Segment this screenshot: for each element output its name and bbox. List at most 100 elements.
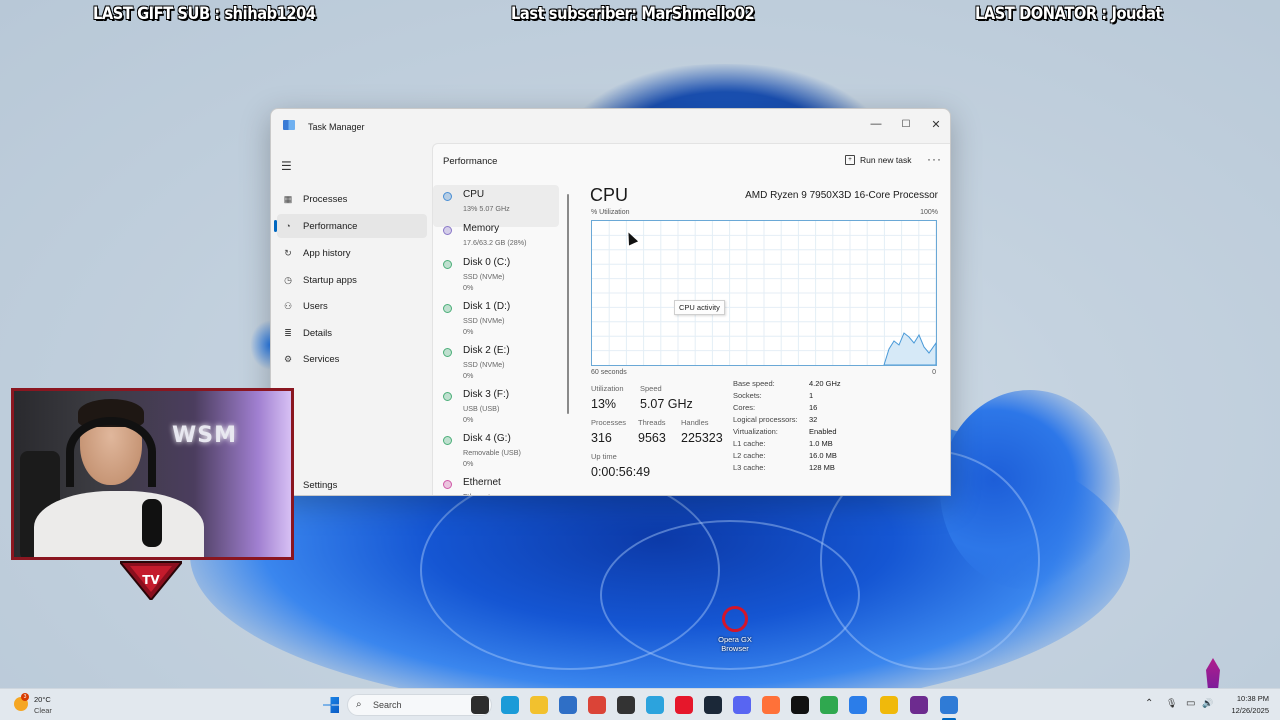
utilization-label: Utilization bbox=[591, 384, 624, 393]
streamer-logo-text: TV bbox=[142, 573, 160, 587]
store-icon[interactable] bbox=[559, 696, 577, 714]
app-icon[interactable] bbox=[617, 696, 635, 714]
sidebar-item-label: App history bbox=[303, 247, 351, 259]
spec-label: Base speed: bbox=[733, 379, 775, 388]
weather-badge: 3 bbox=[21, 693, 29, 701]
desktop-icon-label: Opera GX bbox=[718, 635, 752, 644]
device-usage: 0% bbox=[463, 415, 474, 424]
opera-icon[interactable] bbox=[675, 696, 693, 714]
chrome-icon[interactable] bbox=[588, 696, 606, 714]
speed-label: Speed bbox=[640, 384, 662, 393]
opera-gx-icon bbox=[722, 606, 748, 632]
sidebar-item-performance[interactable]: ◔ Performance bbox=[274, 214, 427, 238]
device-item-ethernet[interactable]: Ethernet Ethernet bbox=[433, 473, 559, 495]
run-new-task-label: Run new task bbox=[860, 155, 912, 165]
file-explorer-icon[interactable] bbox=[530, 696, 548, 714]
desktop-icon-label: Browser bbox=[721, 644, 749, 653]
tray-chevron-icon[interactable]: ⌃ bbox=[1145, 698, 1153, 709]
device-item-disk-0-c[interactable]: Disk 0 (C:) SSD (NVMe) 0% bbox=[433, 253, 559, 295]
device-name: Disk 4 (G:) bbox=[463, 433, 511, 444]
device-item-disk-1-d[interactable]: Disk 1 (D:) SSD (NVMe) 0% bbox=[433, 297, 559, 339]
device-detail: SSD (NVMe) bbox=[463, 316, 505, 325]
device-detail: Ethernet bbox=[463, 491, 490, 495]
device-item-disk-4-g[interactable]: Disk 4 (G:) Removable (USB) 0% bbox=[433, 429, 559, 471]
cpu-title: CPU bbox=[590, 185, 629, 205]
minimize-button[interactable]: — bbox=[861, 113, 891, 135]
tray-mic-icon[interactable]: 🎙 bbox=[1166, 698, 1177, 709]
spec-value: 128 MB bbox=[809, 463, 835, 472]
maximize-button[interactable]: ☐ bbox=[891, 113, 921, 135]
device-status-dot-icon bbox=[443, 226, 452, 235]
netflix-icon[interactable] bbox=[791, 696, 809, 714]
sidebar-item-processes[interactable]: ▦ Processes bbox=[277, 187, 427, 211]
device-detail: SSD (NVMe) bbox=[463, 360, 505, 369]
hamburger-menu-icon[interactable]: ☰ bbox=[281, 159, 292, 173]
device-name: Disk 0 (C:) bbox=[463, 257, 511, 268]
weather-description: Clear bbox=[34, 706, 52, 715]
title-bar[interactable]: Task Manager — ☐ ✕ bbox=[271, 109, 950, 143]
history-icon: ↻ bbox=[284, 247, 292, 258]
desktop-icon-opera-gx[interactable]: Opera GX Browser bbox=[713, 606, 757, 653]
nzxt-icon[interactable] bbox=[910, 696, 928, 714]
sidebar-item-users[interactable]: ⚇ Users bbox=[277, 294, 427, 318]
sidebar-item-details[interactable]: ≣ Details bbox=[277, 321, 427, 345]
clock-date[interactable]: 12/26/2025 bbox=[1225, 706, 1269, 715]
tray-volume-icon[interactable]: 🔊 bbox=[1202, 698, 1213, 709]
binance-icon[interactable] bbox=[880, 696, 898, 714]
sidebar-item-services[interactable]: ⚙ Services bbox=[277, 347, 427, 371]
device-list: CPU 13% 5.07 GHz Memory 17.6/63.2 GB (28%) D… bbox=[433, 185, 568, 495]
sidebar-item-label: Processes bbox=[303, 193, 348, 205]
device-usage: 0% bbox=[463, 371, 474, 380]
sidebar-item-startup-apps[interactable]: ◷ Startup apps bbox=[277, 268, 427, 292]
utilization-axis-label: % Utilization bbox=[591, 209, 630, 216]
sidebar-item-label: Services bbox=[303, 353, 340, 365]
device-subtitle: 17.6/63.2 GB (28%) bbox=[463, 237, 527, 248]
webcam-feed: WSM bbox=[11, 388, 294, 560]
graph-grid bbox=[592, 221, 937, 365]
device-name: Disk 1 (D:) bbox=[463, 301, 511, 312]
startup-icon: ◷ bbox=[284, 274, 292, 285]
telegram-icon[interactable] bbox=[646, 696, 664, 714]
device-status-dot-icon bbox=[443, 260, 452, 269]
utilization-max-label: 100% bbox=[920, 209, 938, 216]
cpu-utilization-graph[interactable] bbox=[591, 220, 937, 366]
edge-icon[interactable] bbox=[501, 696, 519, 714]
steam-icon[interactable] bbox=[704, 696, 722, 714]
close-button[interactable]: ✕ bbox=[921, 113, 950, 135]
device-list-scrollbar[interactable] bbox=[567, 194, 569, 414]
device-name: Disk 2 (E:) bbox=[463, 345, 510, 356]
device-item-disk-3-f[interactable]: Disk 3 (F:) USB (USB) 0% bbox=[433, 385, 559, 427]
device-status-dot-icon bbox=[443, 392, 452, 401]
clock-time[interactable]: 10:38 PM bbox=[1225, 694, 1269, 703]
page-title: Performance bbox=[443, 156, 498, 167]
device-item-disk-2-e[interactable]: Disk 2 (E:) SSD (NVMe) 0% bbox=[433, 341, 559, 383]
task-view-icon[interactable] bbox=[471, 696, 489, 714]
sidebar-item-settings[interactable]: ⚙ Settings bbox=[277, 473, 427, 495]
spec-label: Logical processors: bbox=[733, 415, 798, 424]
device-status-dot-icon bbox=[443, 192, 452, 201]
app2-icon[interactable] bbox=[849, 696, 867, 714]
tray-network-icon[interactable]: ▭ bbox=[1186, 698, 1195, 709]
handles-value: 225323 bbox=[681, 431, 723, 445]
device-subtitle: USB (USB) 0% bbox=[463, 403, 499, 425]
graph-time-label: 60 seconds bbox=[591, 369, 627, 376]
spec-label: Virtualization: bbox=[733, 427, 778, 436]
run-new-task-button[interactable]: + Run new task bbox=[845, 155, 912, 165]
firefox-icon[interactable] bbox=[762, 696, 780, 714]
device-name: CPU bbox=[463, 189, 485, 200]
search-icon: ⌕ bbox=[356, 699, 362, 710]
device-status-dot-icon bbox=[443, 348, 452, 357]
sidebar-item-app-history[interactable]: ↻ App history bbox=[277, 241, 427, 265]
device-detail: Removable (USB) bbox=[463, 448, 521, 457]
discord-icon[interactable] bbox=[733, 696, 751, 714]
processes-label: Processes bbox=[591, 418, 627, 427]
overlay-last-subscriber: Last subscriber: MarShmello02 bbox=[511, 4, 755, 24]
start-windows-icon[interactable] bbox=[323, 697, 339, 713]
uptime-value: 0:00:56:49 bbox=[591, 465, 651, 479]
more-options-icon[interactable]: ··· bbox=[927, 152, 942, 166]
device-usage: 0% bbox=[463, 327, 474, 336]
weather-temperature: 20°C bbox=[34, 695, 51, 704]
device-status-dot-icon bbox=[443, 436, 452, 445]
task-manager-icon[interactable] bbox=[940, 696, 958, 714]
xbox-icon[interactable] bbox=[820, 696, 838, 714]
